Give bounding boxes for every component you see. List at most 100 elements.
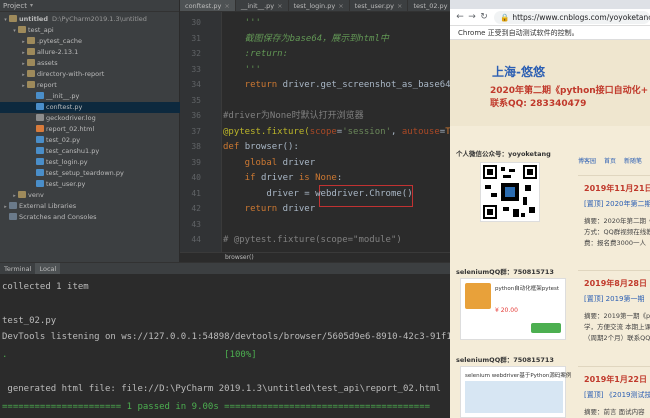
breadcrumb-function[interactable]: browser() xyxy=(225,254,254,261)
tree-item-label: report xyxy=(37,81,57,89)
course-price: ¥ 20.00 xyxy=(495,307,518,314)
code-token: driver xyxy=(282,157,316,168)
line-number: 37 xyxy=(191,126,201,136)
lib-icon xyxy=(9,202,17,209)
tree-item[interactable]: test_canshu1.py xyxy=(0,146,180,157)
editor-tab[interactable]: test_user.py × xyxy=(350,0,409,11)
tree-item-label: test_setup_teardown.py xyxy=(46,169,124,177)
code-token: , xyxy=(391,126,402,137)
line-number: 33 xyxy=(191,64,201,74)
buy-button[interactable] xyxy=(531,323,561,333)
tree-item-label: venv xyxy=(28,191,44,199)
code-line: ''' xyxy=(223,18,261,29)
tree-item[interactable]: __init__.py xyxy=(0,91,180,102)
html-icon xyxy=(36,125,44,132)
tree-item-label: Scratches and Consoles xyxy=(19,213,97,221)
wechat-label: 个人微信公众号：yoyoketang xyxy=(456,150,551,158)
close-icon[interactable]: × xyxy=(277,2,282,10)
code-token: driver xyxy=(260,173,299,183)
tree-item[interactable]: test_user.py xyxy=(0,179,180,190)
forward-arrow-icon[interactable]: → xyxy=(466,12,478,22)
course-card-selenium[interactable]: selenium webdriver基于Python源码案例 xyxy=(460,366,571,418)
tree-item[interactable]: ▸ venv xyxy=(0,190,180,201)
editor-breadcrumb[interactable]: browser() xyxy=(180,252,450,262)
chevron-down-icon[interactable]: ▾ xyxy=(30,2,33,9)
code-token: # @pytest.fixture(scope="module") xyxy=(223,235,402,245)
tree-item[interactable]: report_02.html xyxy=(0,124,180,135)
lib-icon xyxy=(9,213,17,220)
post-divider xyxy=(578,270,650,271)
qr-code-image xyxy=(480,162,540,222)
blog-menu-item[interactable]: 博客园 xyxy=(578,156,596,166)
post-summary-line: 摘要：前言 面试内容 xyxy=(584,408,645,416)
blog-menu-item[interactable]: 首页 xyxy=(604,156,616,166)
py-icon xyxy=(36,136,44,143)
post-title-link[interactable]: [置顶] 《2019测试技 xyxy=(584,390,650,400)
project-panel-header[interactable]: Project ▾ xyxy=(0,0,179,12)
py-icon xyxy=(36,92,44,99)
post-summary-line: 摘要：2020年第二期《 xyxy=(584,217,650,225)
editor-tab[interactable]: test_login.py × xyxy=(289,0,350,11)
tree-item[interactable]: ▸ allure-2.13.1 xyxy=(0,47,180,58)
editor-tab[interactable]: conftest.py × xyxy=(180,0,236,11)
tree-item[interactable]: test_login.py xyxy=(0,157,180,168)
tree-item[interactable]: ▾ test_api xyxy=(0,25,180,36)
editor-tabs: conftest.py × __init__.py × test_login.py × te… xyxy=(180,0,450,12)
close-icon[interactable]: × xyxy=(338,2,343,10)
banner-title[interactable]: 上海-悠悠 xyxy=(492,63,545,80)
tree-item[interactable]: ▸ directory-with-report xyxy=(0,69,180,80)
tree-item-label: .pytest_cache xyxy=(37,37,83,45)
tree-item[interactable]: ▸ External Libraries xyxy=(0,201,180,212)
terminal-header: Terminal Local xyxy=(0,262,450,275)
tree-item[interactable]: test_02.py xyxy=(0,135,180,146)
tab-label: test_login.py xyxy=(293,2,336,10)
editor-tab[interactable]: __init__.py × xyxy=(236,0,289,11)
terminal-tab-local[interactable]: Local xyxy=(35,262,61,275)
line-number: 35 xyxy=(191,95,201,105)
terminal-tab-title[interactable]: Terminal xyxy=(0,265,35,273)
banner-line-contact: 联系QQ: 283340479 xyxy=(490,99,587,109)
blog-menu-item[interactable]: 新随笔 xyxy=(624,156,642,166)
address-bar[interactable]: 🔒 https://www.cnblogs.com/yoyoketang xyxy=(494,10,650,24)
code-token: return xyxy=(223,80,283,90)
tree-item-label: assets xyxy=(37,59,58,67)
code-line: :return: xyxy=(223,49,288,60)
code-line: @pytest.fixture(scope='session', autouse… xyxy=(223,127,450,138)
tree-item[interactable]: ▸ report xyxy=(0,80,180,91)
tree-item[interactable]: geckodriver.log xyxy=(0,113,180,124)
line-number: 32 xyxy=(191,49,201,58)
reload-icon[interactable]: ↻ xyxy=(478,12,490,22)
back-arrow-icon[interactable]: ← xyxy=(454,12,466,22)
folder-icon xyxy=(9,15,17,22)
code-line: return driver.get_screenshot_as_base64() xyxy=(223,80,450,91)
close-icon[interactable]: × xyxy=(224,2,229,10)
tree-item[interactable]: ▸ .pytest_cache xyxy=(0,36,180,47)
course-thumbnail xyxy=(465,283,491,309)
course-card-pytest[interactable]: python自动化框架pytest ¥ 20.00 xyxy=(460,278,566,340)
code-token: def xyxy=(223,142,245,152)
tree-item[interactable]: Scratches and Consoles xyxy=(0,212,180,223)
course-title: python自动化框架pytest xyxy=(495,286,560,292)
terminal-output[interactable]: collected 1 item test_02.py DevTools liste… xyxy=(0,274,450,418)
post-title-link[interactable]: [置顶] 2020年第二期 xyxy=(584,199,650,209)
browser-tab-strip[interactable] xyxy=(450,0,650,9)
post-divider xyxy=(578,175,650,176)
tree-item[interactable]: ▾ untitled D:\PyCharm2019.1.3\untitled xyxy=(0,14,180,25)
tree-item[interactable]: test_setup_teardown.py xyxy=(0,168,180,179)
post-title-link[interactable]: [置顶] 2019第一期 xyxy=(584,294,645,304)
line-number: 38 xyxy=(191,142,201,151)
code-editor[interactable]: ''' 截图保存为base64，展示到html中 :return: ''' re… xyxy=(223,12,450,252)
blog-sidebar: 个人微信公众号：yoyoketang xyxy=(456,148,568,158)
blog-banner: 上海-悠悠 2020年第二期《python接口自动化+ 联系QQ: 283340… xyxy=(450,40,650,126)
tree-item-label: directory-with-report xyxy=(37,70,105,78)
close-icon[interactable]: × xyxy=(397,2,402,10)
browser-toolbar: ← → ↻ 🔒 https://www.cnblogs.com/yoyoketan… xyxy=(450,9,650,26)
tree-item[interactable]: ▸ assets xyxy=(0,58,180,69)
terminal-line: test_02.py xyxy=(2,316,57,326)
tab-label: conftest.py xyxy=(185,2,222,10)
tree-item[interactable]: conftest.py xyxy=(0,102,180,113)
project-label[interactable]: Project xyxy=(3,2,27,10)
folder-icon xyxy=(18,191,26,198)
terminal-line: ====================== 1 passed in 9.00s… xyxy=(2,402,431,412)
editor-tab[interactable]: test_02.py× xyxy=(408,0,450,11)
